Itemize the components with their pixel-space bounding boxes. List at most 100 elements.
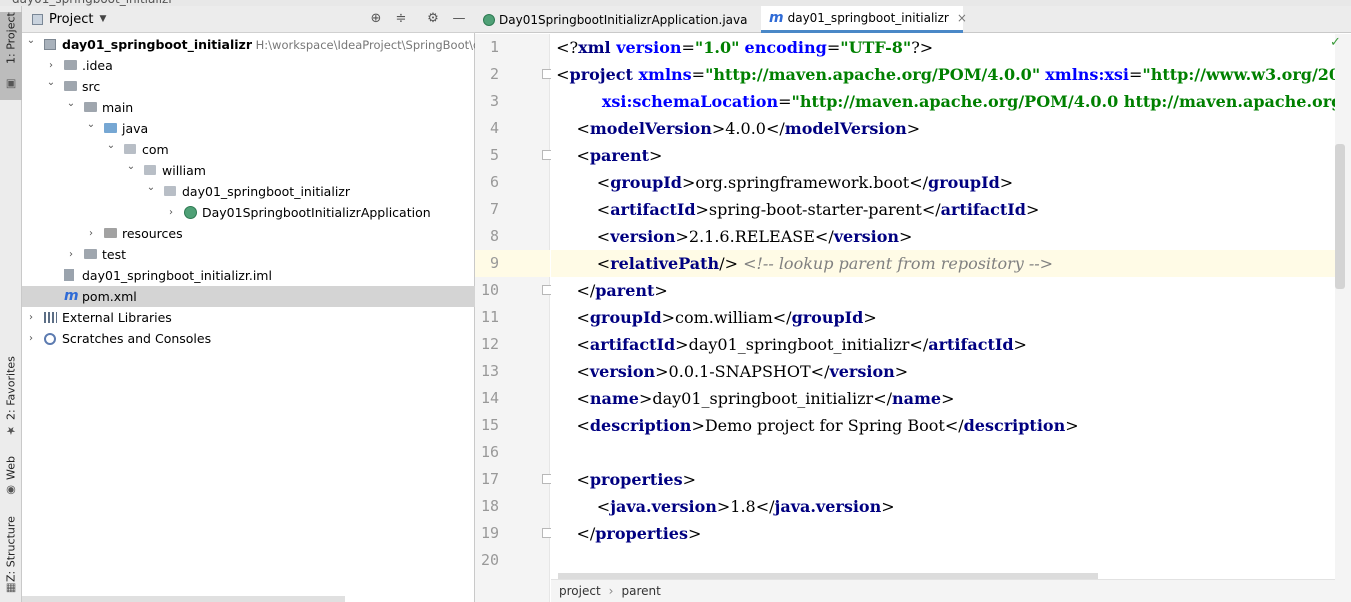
tool-tab-structure[interactable]: Z: Structure ▦ — [0, 516, 22, 602]
code-token: properties — [595, 524, 688, 543]
gear-icon[interactable]: ⚙ — [424, 10, 442, 28]
line-number: 20 — [480, 551, 499, 569]
chevron-right-icon[interactable]: › — [26, 328, 36, 349]
code-line[interactable]: </parent> — [551, 277, 1335, 304]
code-line[interactable]: <modelVersion>4.0.0</modelVersion> — [551, 115, 1335, 142]
target-icon[interactable]: ⊕ — [367, 10, 385, 28]
tool-tab-favorites-label: 2: Favorites — [4, 356, 18, 420]
code-line[interactable]: <version>2.1.6.RELEASE</version> — [551, 223, 1335, 250]
tree-item[interactable]: m pom.xml — [22, 286, 475, 307]
breadcrumb-item-project[interactable]: project — [559, 584, 601, 598]
tree-item[interactable]: ⌄ william — [22, 160, 475, 181]
code-token: xmlns:xsi — [1045, 65, 1129, 84]
code-token: relativePath — [610, 254, 720, 273]
code-line[interactable]: <artifactId>day01_springboot_initializr<… — [551, 331, 1335, 358]
code-token: groupId — [928, 173, 1000, 192]
code-line[interactable]: <?xml version="1.0" encoding="UTF-8"?> — [551, 34, 1335, 61]
code-line[interactable]: </properties> — [551, 520, 1335, 547]
tree-item-path: H:\workspace\IdeaProject\SpringBoot\da — [252, 38, 488, 52]
chevron-down-icon[interactable]: ⌄ — [146, 177, 156, 198]
tree-item[interactable]: › Day01SpringbootInitializrApplication — [22, 202, 475, 223]
chevron-down-icon[interactable]: ⌄ — [26, 30, 36, 51]
chevron-down-icon[interactable]: ⌄ — [46, 72, 56, 93]
code-line[interactable] — [551, 439, 1335, 466]
code-line[interactable]: <java.version>1.8</java.version> — [551, 493, 1335, 520]
tool-tab-project-label: 1: Project — [4, 12, 18, 64]
chevron-down-icon[interactable]: ⌄ — [86, 114, 96, 135]
code-line[interactable]: <description>Demo project for Spring Boo… — [551, 412, 1335, 439]
left-tool-strip: 1: Project ▣ 2: Favorites ★ Web ◉ Z: Struct… — [0, 6, 22, 602]
code-line[interactable]: <parent> — [551, 142, 1335, 169]
tool-tab-favorites[interactable]: 2: Favorites ★ — [0, 356, 22, 446]
code-token: version — [610, 227, 676, 246]
tree-item[interactable]: › External Libraries — [22, 307, 475, 328]
code-line[interactable]: <artifactId>spring-boot-starter-parent</… — [551, 196, 1335, 223]
tree-item[interactable]: › test — [22, 244, 475, 265]
tree-item[interactable]: ⌄ day01_springboot_initializr H:\workspac… — [22, 34, 488, 55]
tree-item[interactable]: ⌄ src — [22, 76, 475, 97]
scratches-icon — [44, 333, 56, 345]
code-token: modelVersion — [784, 119, 907, 138]
code-line[interactable]: <groupId>com.william</groupId> — [551, 304, 1335, 331]
code-token: version — [589, 362, 656, 381]
code-line[interactable]: <properties> — [551, 466, 1335, 493]
chevron-right-icon[interactable]: › — [166, 202, 176, 223]
scrollbar-thumb[interactable] — [1335, 144, 1345, 289]
tree-item[interactable]: › .idea — [22, 55, 475, 76]
code-line[interactable]: <project xmlns="http://maven.apache.org/… — [551, 61, 1335, 88]
code-token: = — [691, 65, 706, 84]
tool-tab-web[interactable]: Web ◉ — [0, 456, 22, 506]
chevron-right-icon[interactable]: › — [86, 223, 96, 244]
tab-application-java[interactable]: Day01SpringbootInitializrApplication.jav… — [475, 6, 761, 33]
code-token: artifactId — [610, 200, 696, 219]
tree-item[interactable]: › Scratches and Consoles — [22, 328, 475, 349]
project-view-icon — [32, 13, 43, 25]
chevron-down-icon[interactable]: ▼ — [99, 14, 106, 24]
code-token: java.version — [774, 497, 882, 516]
code-token: < — [576, 146, 590, 165]
code-line[interactable]: <groupId>org.springframework.boot</group… — [551, 169, 1335, 196]
chevron-down-icon[interactable]: ⌄ — [126, 156, 136, 177]
code-editor[interactable]: <?xml version="1.0" encoding="UTF-8"?> <… — [551, 34, 1335, 579]
tree-item[interactable]: ⌄ java — [22, 118, 475, 139]
chevron-right-icon[interactable]: › — [66, 244, 76, 265]
editor-vertical-scrollbar[interactable] — [1335, 34, 1351, 602]
project-panel-title[interactable]: Project — [49, 12, 93, 27]
close-icon[interactable]: × — [957, 11, 967, 25]
tree-item[interactable]: › resources — [22, 223, 475, 244]
code-line[interactable]: <relativePath/> <!-- lookup parent from … — [551, 250, 1335, 277]
code-token: > — [1013, 335, 1027, 354]
tree-item[interactable]: day01_springboot_initializr.iml — [22, 265, 475, 286]
inspection-ok-icon[interactable]: ✓ — [1330, 35, 1341, 50]
code-line[interactable]: xsi:schemaLocation="http://maven.apache.… — [551, 88, 1335, 115]
tab-pom-xml[interactable]: m day01_springboot_initializr × — [761, 6, 967, 33]
line-number: 4 — [489, 119, 499, 137]
code-token: > — [881, 497, 895, 516]
code-line[interactable]: <version>0.0.1-SNAPSHOT</version> — [551, 358, 1335, 385]
collapse-icon[interactable]: ≑ — [392, 10, 410, 28]
code-line[interactable]: <name>day01_springboot_initializr</name> — [551, 385, 1335, 412]
code-token: 1.8 — [730, 497, 756, 516]
tree-item[interactable]: ⌄ day01_springboot_initializr — [22, 181, 475, 202]
chevron-down-icon[interactable]: ⌄ — [66, 93, 76, 114]
code-token: < — [576, 416, 590, 435]
code-token: xmlns — [638, 65, 692, 84]
chevron-right-icon[interactable]: › — [26, 307, 36, 328]
line-number: 3 — [489, 92, 499, 110]
chevron-down-icon[interactable]: ⌄ — [106, 135, 116, 156]
tool-tab-structure-label: Z: Structure — [4, 516, 18, 582]
code-line[interactable] — [551, 547, 1335, 574]
code-token: > — [654, 281, 668, 300]
tool-tab-project[interactable]: 1: Project ▣ — [0, 12, 22, 100]
horizontal-scrollbar[interactable] — [22, 596, 345, 602]
minimize-icon[interactable]: — — [450, 10, 468, 28]
editor-area: Day01SpringbootInitializrApplication.jav… — [475, 6, 1351, 602]
tree-item[interactable]: ⌄ com — [22, 139, 475, 160]
line-number: 6 — [489, 173, 499, 191]
code-token: modelVersion — [589, 119, 712, 138]
breadcrumb-item-parent[interactable]: parent — [621, 584, 660, 598]
code-token: /> — [719, 254, 738, 273]
